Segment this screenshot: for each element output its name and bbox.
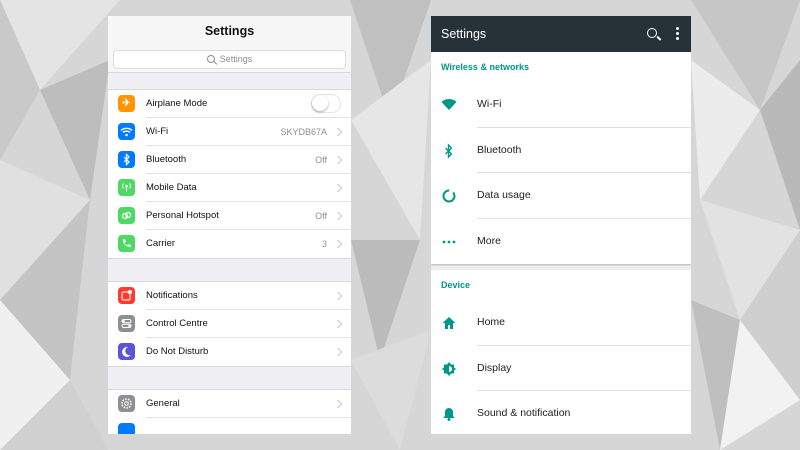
more-dots-icon bbox=[442, 240, 456, 243]
wifi-icon bbox=[118, 123, 135, 140]
ios-search-placeholder: Settings bbox=[219, 54, 253, 64]
android-item-label: More bbox=[477, 234, 501, 247]
ios-row-label: Bluetooth bbox=[146, 154, 187, 165]
android-item-bluetooth[interactable]: Bluetooth bbox=[431, 128, 691, 173]
ios-row-notifications[interactable]: Notifications bbox=[108, 282, 351, 310]
ios-row-do-not-disturb[interactable]: Do Not Disturb bbox=[108, 338, 351, 366]
antenna-icon bbox=[118, 179, 135, 196]
ios-row-control-centre[interactable]: Control Centre bbox=[108, 310, 351, 338]
chevron-right-icon bbox=[333, 291, 343, 301]
brightness-icon bbox=[442, 361, 456, 376]
android-settings-panel: Settings Wireless & networks Wi-Fi Bluet… bbox=[431, 16, 691, 434]
ios-row-bluetooth[interactable]: Bluetooth Off bbox=[108, 146, 351, 174]
bluetooth-icon bbox=[118, 151, 135, 168]
display-icon bbox=[118, 423, 135, 434]
android-item-more[interactable]: More bbox=[431, 219, 691, 265]
android-item-data-usage[interactable]: Data usage bbox=[431, 173, 691, 219]
ios-row-label: Carrier bbox=[146, 238, 176, 249]
ios-row-label: Control Centre bbox=[146, 318, 208, 329]
ios-row-label: Mobile Data bbox=[146, 182, 197, 193]
android-item-sound-notification[interactable]: Sound & notification bbox=[431, 391, 691, 434]
ios-row-label: Airplane Mode bbox=[146, 98, 208, 109]
ios-group-general: General bbox=[108, 389, 351, 434]
ios-row-display[interactable] bbox=[108, 418, 351, 434]
gear-icon bbox=[118, 395, 135, 412]
ios-row-airplane-mode[interactable]: ✈ Airplane Mode bbox=[108, 90, 351, 118]
ios-row-label: Wi-Fi bbox=[146, 126, 169, 137]
android-toolbar-title: Settings bbox=[441, 27, 487, 41]
ios-row-mobile-data[interactable]: Mobile Data bbox=[108, 174, 351, 202]
android-item-label: Home bbox=[477, 316, 506, 328]
ios-group-connectivity: ✈ Airplane Mode Wi-Fi SKYDB67A Bluetooth… bbox=[108, 89, 351, 259]
ios-row-label: Notifications bbox=[146, 290, 198, 301]
chevron-right-icon bbox=[333, 211, 343, 221]
airplane-icon: ✈ bbox=[118, 95, 135, 112]
android-item-display[interactable]: Display bbox=[431, 346, 691, 391]
ios-row-value: Off bbox=[315, 155, 327, 165]
chevron-right-icon bbox=[333, 239, 343, 249]
ios-nav-title: Settings bbox=[108, 16, 351, 46]
ios-row-label: General bbox=[146, 398, 180, 409]
android-section-title: Device bbox=[441, 280, 471, 290]
android-item-label: Data usage bbox=[477, 189, 531, 201]
bell-icon bbox=[443, 408, 455, 421]
android-item-home[interactable]: Home bbox=[431, 300, 691, 346]
ios-row-value: 3 bbox=[321, 239, 327, 249]
ios-group-notifications: Notifications Control Centre Do Not Dist… bbox=[108, 281, 351, 367]
chevron-right-icon bbox=[333, 155, 343, 165]
ios-row-value: Off bbox=[315, 211, 327, 221]
control-centre-icon bbox=[118, 315, 135, 332]
chevron-right-icon bbox=[333, 319, 343, 329]
ios-row-general[interactable]: General bbox=[108, 390, 351, 418]
ios-row-label: Personal Hotspot bbox=[146, 210, 219, 221]
android-item-label: Display bbox=[477, 361, 512, 374]
chevron-right-icon bbox=[333, 399, 343, 409]
overflow-menu-icon[interactable] bbox=[676, 27, 679, 41]
ios-search-input[interactable]: Settings bbox=[113, 50, 346, 69]
search-icon[interactable] bbox=[647, 28, 657, 38]
ios-row-wifi[interactable]: Wi-Fi SKYDB67A bbox=[108, 118, 351, 146]
wifi-icon bbox=[441, 99, 457, 110]
android-section-device: Device Home Display Sound & notification bbox=[431, 270, 691, 434]
data-usage-icon bbox=[442, 189, 456, 203]
airplane-mode-toggle[interactable] bbox=[311, 94, 341, 113]
android-toolbar: Settings bbox=[431, 16, 691, 52]
home-icon bbox=[442, 317, 456, 329]
bluetooth-icon bbox=[445, 142, 453, 159]
ios-row-label: Do Not Disturb bbox=[146, 346, 209, 357]
ios-row-personal-hotspot[interactable]: Personal Hotspot Off bbox=[108, 202, 351, 230]
search-icon bbox=[206, 55, 215, 63]
android-section-title: Wireless & networks bbox=[441, 62, 529, 72]
ios-settings-panel: Settings Settings ✈ Airplane Mode Wi-Fi … bbox=[108, 16, 351, 434]
hotspot-icon bbox=[118, 207, 135, 224]
notifications-icon bbox=[118, 287, 135, 304]
android-item-label: Wi-Fi bbox=[477, 98, 502, 110]
ios-row-value: SKYDB67A bbox=[280, 127, 327, 137]
android-item-wifi[interactable]: Wi-Fi bbox=[431, 82, 691, 128]
android-item-label: Bluetooth bbox=[477, 143, 522, 156]
moon-icon bbox=[118, 343, 135, 360]
android-section-wireless: Wireless & networks Wi-Fi Bluetooth Data… bbox=[431, 52, 691, 264]
chevron-right-icon bbox=[333, 183, 343, 193]
chevron-right-icon bbox=[333, 347, 343, 357]
chevron-right-icon bbox=[333, 127, 343, 137]
ios-search-bar: Settings bbox=[108, 46, 351, 73]
phone-icon bbox=[118, 235, 135, 252]
android-item-label: Sound & notification bbox=[477, 407, 571, 419]
ios-row-carrier[interactable]: Carrier 3 bbox=[108, 230, 351, 258]
